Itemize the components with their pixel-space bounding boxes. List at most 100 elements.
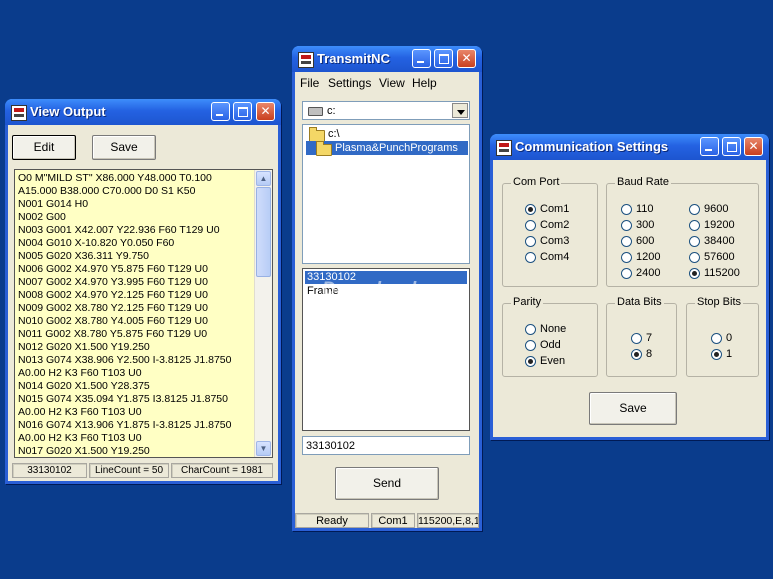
minimize-icon xyxy=(212,103,229,120)
transmitnc-titlebar[interactable]: TransmitNC xyxy=(292,46,482,72)
maximize-icon xyxy=(234,103,251,120)
app-icon xyxy=(298,52,314,68)
radio-label: Even xyxy=(540,355,566,367)
maximize-button[interactable] xyxy=(722,137,741,156)
folder-list[interactable]: c:\ Plasma&PunchPrograms xyxy=(302,124,470,264)
window-title: Communication Settings xyxy=(515,139,669,154)
menu-help[interactable]: Help xyxy=(412,76,437,90)
radio-label: 1 xyxy=(726,348,733,360)
edit-button[interactable]: Edit xyxy=(12,135,76,160)
output-line: N003 G001 X42.007 Y22.936 F60 T129 U0 xyxy=(18,224,220,236)
status-port: Com1 xyxy=(371,513,415,528)
folder-item[interactable]: c:\ xyxy=(306,127,466,142)
output-line: A0.00 H2 K3 F60 T103 U0 xyxy=(18,432,142,444)
folder-item-label: Plasma&PunchPrograms xyxy=(335,142,458,154)
file-name-input[interactable]: 33130102 xyxy=(302,436,470,455)
status-params: 115200,E,8,1 xyxy=(417,513,479,528)
menu-bar: File Settings View Help xyxy=(295,72,479,92)
radio-button-icon xyxy=(525,324,536,335)
maximize-button[interactable] xyxy=(233,102,252,121)
close-button[interactable] xyxy=(256,102,275,121)
stop-bits-group: Stop Bits 0 1 xyxy=(686,296,759,377)
radio-label: Com4 xyxy=(540,251,570,263)
output-scrollbar[interactable]: ▲ ▼ xyxy=(254,170,272,457)
output-line: N004 G010 X-10.820 Y0.050 F60 xyxy=(18,237,175,249)
maximize-button[interactable] xyxy=(434,49,453,68)
radio-button-icon xyxy=(525,340,536,351)
drive-select[interactable]: c: xyxy=(302,101,470,120)
com-port-group: Com Port Com1 Com2 Com3 Com4 xyxy=(502,176,598,287)
scroll-down-arrow[interactable]: ▼ xyxy=(256,441,271,456)
output-line: N014 G020 X1.500 Y28.375 xyxy=(18,380,150,392)
save-output-button[interactable]: Save xyxy=(92,135,156,160)
send-button[interactable]: Send xyxy=(335,467,439,500)
output-line: N002 G00 xyxy=(18,211,66,223)
output-line: A15.000 B38.000 C70.000 D0 S1 K50 xyxy=(18,185,196,197)
radio-label: 0 xyxy=(726,332,733,344)
radio-label: 1200 xyxy=(636,251,661,263)
minimize-button[interactable] xyxy=(412,49,431,68)
view-output-titlebar[interactable]: View Output xyxy=(5,99,281,125)
radio-label: Com3 xyxy=(540,235,570,247)
radio-button-icon xyxy=(621,268,632,279)
close-icon xyxy=(745,138,762,155)
radio-label: 110 xyxy=(636,203,654,215)
radio-button-icon xyxy=(689,220,700,231)
status-char-count: CharCount = 1981 xyxy=(171,463,273,478)
radio-button-icon xyxy=(525,252,536,263)
scroll-up-arrow[interactable]: ▲ xyxy=(256,171,271,186)
output-line: N009 G002 X8.780 Y2.125 F60 T129 U0 xyxy=(18,302,208,314)
output-lines: O0 M"MILD ST" X86.000 Y48.000 T0.100 A15.… xyxy=(18,172,258,457)
drive-value: c: xyxy=(327,105,336,117)
file-name-value: 33130102 xyxy=(306,440,355,452)
radio-label: 2400 xyxy=(636,267,661,279)
folder-item-selected[interactable]: Plasma&PunchPrograms xyxy=(306,141,468,156)
radio-label: 600 xyxy=(636,235,655,247)
radio-label: 7 xyxy=(646,332,653,344)
radio-button-icon xyxy=(621,220,632,231)
scroll-thumb[interactable] xyxy=(256,187,271,277)
comm-titlebar[interactable]: Communication Settings xyxy=(490,134,769,160)
radio-button-icon xyxy=(689,236,700,247)
close-button[interactable] xyxy=(457,49,476,68)
menu-file[interactable]: File xyxy=(300,76,319,90)
output-line: N016 G074 X13.906 Y1.875 I-3.8125 J1.875… xyxy=(18,419,232,431)
watermark-text: Download xyxy=(322,279,417,300)
minimize-button[interactable] xyxy=(700,137,719,156)
dropdown-arrow-icon[interactable] xyxy=(452,103,468,118)
folder-item-label: c:\ xyxy=(328,128,340,140)
group-title: Baud Rate xyxy=(615,176,671,188)
group-title: Com Port xyxy=(511,176,562,188)
save-settings-button[interactable]: Save xyxy=(589,392,677,425)
output-line: N007 G002 X4.970 Y3.995 F60 T129 U0 xyxy=(18,276,208,288)
radio-button-icon xyxy=(631,333,642,344)
group-title: Stop Bits xyxy=(695,296,744,308)
close-icon xyxy=(257,103,274,120)
minimize-button[interactable] xyxy=(211,102,230,121)
status-file: 33130102 xyxy=(12,463,87,478)
menu-settings[interactable]: Settings xyxy=(328,76,371,90)
menu-view[interactable]: View xyxy=(379,76,405,90)
window-title: TransmitNC xyxy=(317,51,390,66)
folder-icon xyxy=(316,141,332,156)
parity-group: Parity None Odd Even xyxy=(502,296,598,377)
radio-label: 19200 xyxy=(704,219,735,231)
radio-label: 38400 xyxy=(704,235,735,247)
view-output-window: View Output Edit Save O0 M"MILD ST" X86.… xyxy=(5,99,281,484)
radio-button-icon xyxy=(711,333,722,344)
output-line: A0.00 H2 K3 F60 T103 U0 xyxy=(18,367,142,379)
output-line: N008 G002 X4.970 Y2.125 F60 T129 U0 xyxy=(18,289,208,301)
output-line: N010 G002 X8.780 Y4.005 F60 T129 U0 xyxy=(18,315,208,327)
app-icon xyxy=(11,105,27,121)
radio-label: None xyxy=(540,323,567,335)
save-settings-button-label: Save xyxy=(619,401,647,415)
output-line: N015 G074 X35.094 Y1.875 I3.8125 J1.8750 xyxy=(18,393,228,405)
radio-label: 9600 xyxy=(704,203,729,215)
output-text-area[interactable]: O0 M"MILD ST" X86.000 Y48.000 T0.100 A15.… xyxy=(14,169,273,458)
radio-button-icon xyxy=(525,220,536,231)
close-button[interactable] xyxy=(744,137,763,156)
group-title: Data Bits xyxy=(615,296,664,308)
output-line: N006 G002 X4.970 Y5.875 F60 T129 U0 xyxy=(18,263,208,275)
save-output-button-label: Save xyxy=(110,140,138,154)
radio-button-icon xyxy=(621,204,632,215)
